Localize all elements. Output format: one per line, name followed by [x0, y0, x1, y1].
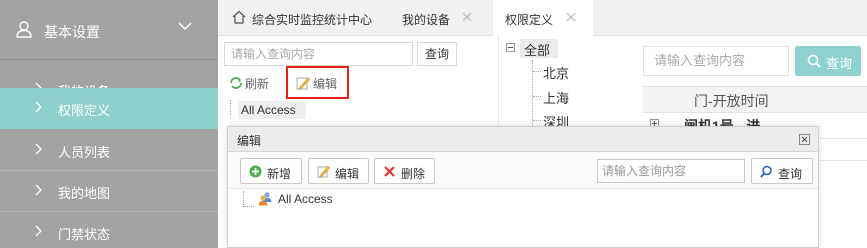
delete-label: 删除	[401, 167, 426, 181]
tree-connector	[230, 100, 231, 118]
close-icon[interactable]	[799, 134, 810, 145]
search-icon	[807, 54, 821, 68]
close-icon[interactable]	[462, 12, 472, 22]
group-icon	[258, 192, 272, 206]
home-icon	[232, 10, 246, 24]
door-search-button[interactable]: 查询	[795, 46, 861, 76]
close-icon[interactable]	[566, 12, 576, 22]
dialog-search-button[interactable]: 查询	[751, 158, 813, 184]
permission-tree-root[interactable]: All Access	[238, 101, 306, 119]
sidebar-item-label: 门禁状态	[58, 227, 111, 242]
tab-bar: 综合实时监控统计中心 我的设备 权限定义	[218, 0, 867, 37]
dialog-toolbar: 新增 编辑 删除 请输入查询内容 查询	[228, 152, 818, 189]
column-header: 门-开放时间	[694, 93, 769, 109]
edit-label: 编辑	[335, 167, 360, 181]
sidebar-item-my-map[interactable]: 我的地图	[0, 171, 218, 212]
delete-button[interactable]: 删除	[374, 158, 435, 184]
tree-connector	[243, 191, 244, 207]
sidebar-item-people[interactable]: 人员列表	[0, 130, 218, 171]
tree-branch	[533, 120, 541, 121]
refresh-button[interactable]: 刷新	[229, 75, 277, 91]
chevron-down-icon[interactable]	[178, 20, 192, 32]
sidebar: 基本设置 我的设备 权限定义 人员列表 我的地图 门禁状态	[0, 0, 218, 248]
pencil-icon	[317, 165, 330, 178]
sidebar-item-door-status[interactable]: 门禁状态	[0, 212, 218, 248]
table-header: 门-开放时间	[643, 86, 867, 113]
chevron-right-icon	[35, 225, 42, 237]
tab-my-devices[interactable]: 我的设备	[390, 0, 490, 36]
chevron-right-icon	[35, 184, 42, 196]
edit-button[interactable]: 编辑	[308, 158, 369, 184]
collapse-icon[interactable]	[506, 43, 515, 52]
search-icon	[760, 165, 772, 178]
chevron-right-icon	[35, 143, 42, 155]
refresh-label: 刷新	[245, 77, 270, 91]
location-tree-root[interactable]: 全部	[524, 40, 550, 59]
tree-connector	[532, 60, 533, 126]
add-button[interactable]: 新增	[240, 158, 302, 184]
edit-dialog: 编辑 新增 编辑 删除 请输入查询内容 查询 All Access	[227, 126, 819, 248]
door-search-input[interactable]: 请输入查询内容	[643, 46, 789, 76]
location-tree-item[interactable]: 上海	[543, 88, 569, 107]
permission-search-button[interactable]: 查询	[417, 42, 457, 66]
tree-branch	[244, 206, 254, 207]
sidebar-item-permissions[interactable]: 权限定义	[0, 88, 218, 129]
highlight-box	[286, 66, 349, 99]
sidebar-item-label: 权限定义	[58, 103, 111, 118]
tab-label: 我的设备	[402, 13, 451, 27]
tab-monitor-center[interactable]: 综合实时监控统计中心	[218, 0, 386, 36]
sidebar-item-label: 人员列表	[58, 145, 111, 160]
tree-branch	[533, 96, 541, 97]
permission-search-input[interactable]: 请输入查询内容	[224, 42, 413, 66]
row-divider	[820, 138, 867, 139]
tab-permissions[interactable]: 权限定义	[493, 0, 593, 37]
user-icon	[16, 21, 32, 38]
sidebar-item-label: 我的地图	[58, 186, 111, 201]
panel-divider	[498, 36, 499, 128]
tab-label: 权限定义	[505, 13, 554, 27]
dialog-search-label: 查询	[778, 167, 803, 181]
sidebar-header[interactable]: 基本设置	[0, 0, 218, 60]
delete-icon	[384, 166, 395, 177]
door-search-label: 查询	[826, 56, 853, 71]
dialog-title: 编辑	[237, 134, 262, 148]
refresh-icon	[230, 77, 242, 89]
dialog-search-input[interactable]: 请输入查询内容	[597, 159, 745, 183]
tab-label: 综合实时监控统计中心	[252, 13, 373, 27]
dialog-tree-root[interactable]: All Access	[278, 192, 333, 206]
add-label: 新增	[267, 167, 292, 181]
chevron-right-icon	[35, 101, 42, 113]
add-icon	[249, 165, 262, 178]
sidebar-header-title: 基本设置	[44, 24, 100, 40]
row-divider	[820, 160, 867, 161]
dialog-titlebar[interactable]: 编辑	[228, 127, 818, 152]
location-tree-item[interactable]: 北京	[543, 63, 569, 82]
tree-branch	[533, 71, 541, 72]
